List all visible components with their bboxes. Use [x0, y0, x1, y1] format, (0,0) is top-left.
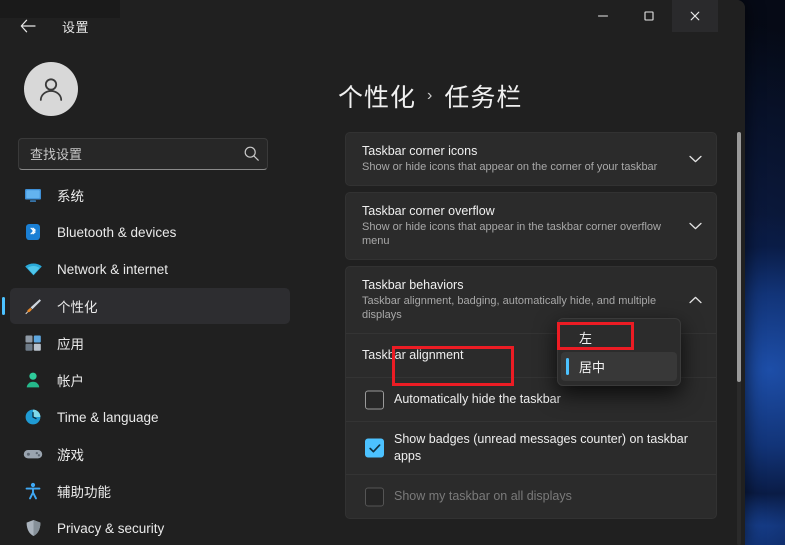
chevron-up-icon[interactable]: [689, 291, 702, 309]
close-icon: [690, 11, 700, 21]
row-show-badges[interactable]: Show badges (unread messages counter) on…: [346, 421, 716, 474]
card-title: Taskbar behaviors: [362, 278, 464, 292]
dropdown-option-center[interactable]: 居中: [561, 352, 677, 381]
sidebar-item-time-language[interactable]: Time & language: [10, 399, 290, 435]
card-subtitle: Show or hide icons that appear in the ta…: [362, 221, 661, 247]
auto-hide-checkbox[interactable]: [365, 390, 384, 409]
minimize-icon: [597, 15, 609, 17]
chevron-down-icon[interactable]: [689, 217, 702, 235]
settings-sidebar: 系统 Bluetooth & devices: [0, 46, 300, 545]
sidebar-item-label: Bluetooth & devices: [57, 224, 177, 240]
sidebar-item-label: 应用: [57, 337, 84, 352]
back-arrow-icon: [20, 19, 36, 33]
settings-content-pane: 个性化 › 任务栏 Taskbar corner icons Show or h…: [300, 46, 745, 545]
taskbar-alignment-dropdown: 左 居中: [557, 318, 681, 386]
auto-hide-label: Automatically hide the taskbar: [394, 392, 561, 406]
sidebar-item-label: Time & language: [57, 409, 159, 425]
paintbrush-icon: [22, 296, 44, 316]
account-icon: [22, 370, 44, 390]
card-header[interactable]: Taskbar corner overflow Show or hide ico…: [346, 193, 716, 259]
sidebar-item-personalization[interactable]: 个性化: [2, 288, 290, 324]
sidebar-item-network-internet[interactable]: Network & internet: [10, 251, 290, 287]
sidebar-item-label: 系统: [57, 189, 84, 204]
sidebar-item-gaming[interactable]: 游戏: [10, 436, 290, 472]
sidebar-item-apps[interactable]: 应用: [10, 325, 290, 361]
settings-window: 设置 查找设置 系统 Bluetooth & devices Network &…: [0, 0, 745, 545]
all-displays-label: Show my taskbar on all displays: [394, 489, 572, 503]
card-taskbar-behaviors: Taskbar behaviors Taskbar alignment, bad…: [345, 266, 717, 519]
accessibility-icon: [22, 481, 44, 501]
sidebar-item-label: 个性化: [57, 300, 98, 315]
sidebar-item-label: 游戏: [57, 448, 84, 463]
card-taskbar-corner-overflow: Taskbar corner overflow Show or hide ico…: [345, 192, 717, 260]
gamepad-icon: [22, 444, 44, 464]
show-badges-label: Show badges (unread messages counter) on…: [394, 432, 688, 463]
avatar[interactable]: [24, 62, 78, 116]
card-subtitle: Show or hide icons that appear on the co…: [362, 161, 658, 173]
card-title: Taskbar corner icons: [362, 144, 478, 158]
breadcrumb: 个性化 › 任务栏: [338, 78, 522, 114]
dropdown-option-label: 左: [579, 331, 593, 346]
monitor-icon: [22, 185, 44, 205]
sidebar-item-label: 帐户: [57, 374, 84, 389]
shield-icon: [22, 518, 44, 538]
sidebar-nav-list: 系统 Bluetooth & devices Network & interne…: [2, 177, 290, 545]
window-titlebar: 设置: [0, 0, 745, 46]
user-avatar-icon: [39, 78, 63, 101]
wifi-icon: [22, 259, 44, 279]
maximize-button[interactable]: [626, 0, 672, 32]
sidebar-item-accounts[interactable]: 帐户: [10, 362, 290, 398]
sidebar-item-system[interactable]: 系统: [10, 177, 290, 213]
clock-icon: [22, 407, 44, 427]
sidebar-item-accessibility[interactable]: 辅助功能: [10, 473, 290, 509]
card-taskbar-corner-icons: Taskbar corner icons Show or hide icons …: [345, 132, 717, 186]
show-badges-checkbox[interactable]: [365, 438, 384, 458]
taskbar-alignment-label: Taskbar alignment: [362, 348, 464, 362]
card-title: Taskbar corner overflow: [362, 204, 495, 218]
sidebar-item-bluetooth-devices[interactable]: Bluetooth & devices: [10, 214, 290, 250]
sidebar-item-label: Network & internet: [57, 261, 169, 277]
bluetooth-icon: [22, 222, 44, 242]
apps-icon: [22, 333, 44, 353]
search-input[interactable]: [18, 138, 268, 170]
breadcrumb-parent[interactable]: 个性化: [338, 78, 416, 114]
back-button[interactable]: [14, 13, 42, 39]
dropdown-option-label: 居中: [579, 360, 606, 375]
breadcrumb-separator: ›: [427, 87, 434, 104]
row-show-taskbar-all-displays: Show my taskbar on all displays: [346, 474, 716, 518]
search-box: [18, 138, 268, 170]
chevron-down-icon[interactable]: [689, 150, 702, 168]
sidebar-item-privacy-security[interactable]: Privacy & security: [10, 510, 290, 545]
window-title: 设置: [62, 20, 90, 35]
sidebar-item-label: Privacy & security: [57, 520, 165, 536]
card-header[interactable]: Taskbar corner icons Show or hide icons …: [346, 133, 716, 185]
all-displays-checkbox: [365, 487, 384, 506]
scrollbar-thumb[interactable]: [737, 132, 741, 382]
checkmark-icon: [368, 443, 380, 453]
sidebar-item-label: 辅助功能: [57, 485, 111, 500]
maximize-icon: [644, 11, 654, 21]
breadcrumb-current: 任务栏: [444, 84, 523, 112]
minimize-button[interactable]: [580, 0, 626, 32]
close-button[interactable]: [672, 0, 718, 32]
dropdown-option-left[interactable]: 左: [561, 323, 677, 352]
